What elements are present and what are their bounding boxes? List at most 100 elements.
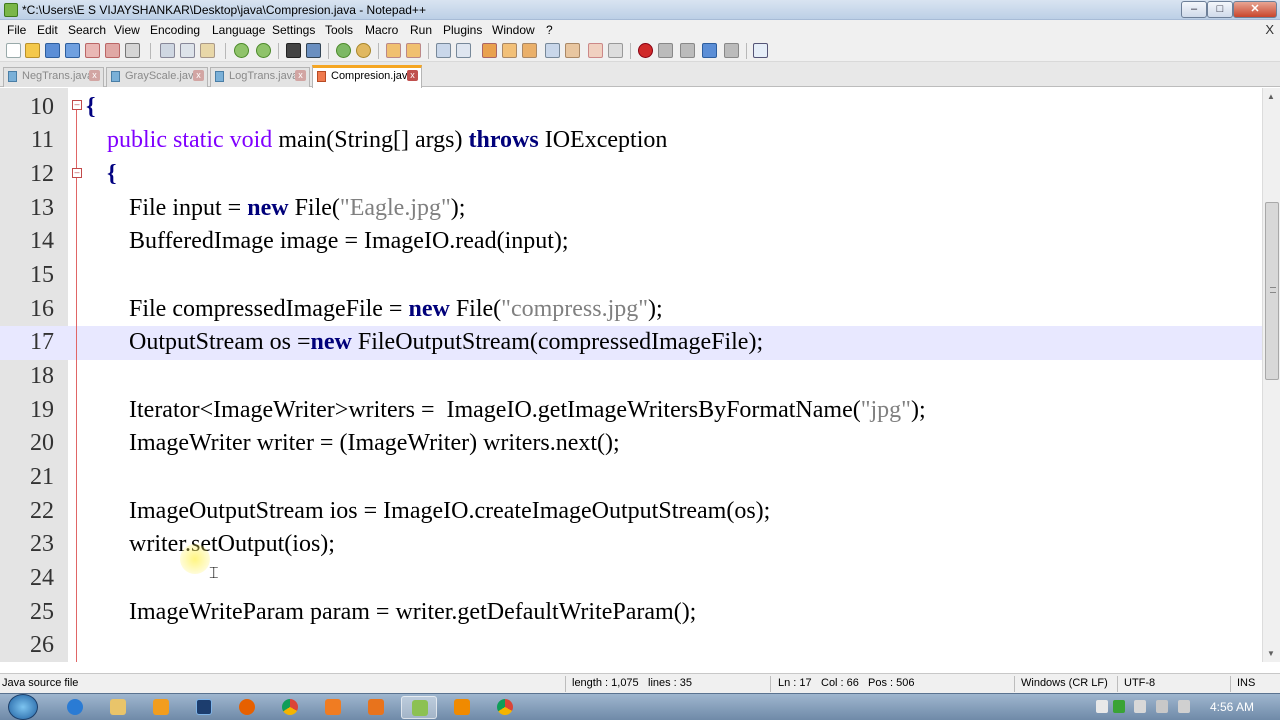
menu-help[interactable]: ? [546, 23, 553, 37]
save-all-icon[interactable] [65, 43, 80, 58]
line-number: 24 [30, 565, 54, 591]
toolbar [0, 40, 1280, 62]
close-window-button[interactable]: ✕ [1233, 1, 1277, 18]
code-token: ); [450, 195, 466, 221]
save-icon[interactable] [45, 43, 60, 58]
volume-icon[interactable] [1178, 700, 1190, 713]
close-document-button[interactable]: X [1265, 22, 1274, 37]
open-file-icon[interactable] [25, 43, 40, 58]
tab-logtrans[interactable]: LogTrans.java x [210, 67, 310, 87]
paste-icon[interactable] [200, 43, 215, 58]
launch-icon-a[interactable] [588, 43, 603, 58]
taskbar-app-orange2[interactable] [358, 696, 394, 719]
line-number: 17 [30, 329, 54, 355]
menu-file[interactable]: File [7, 23, 26, 37]
tab-close-icon[interactable]: x [295, 70, 306, 81]
launch-icon[interactable] [753, 43, 768, 58]
tab-grayscale[interactable]: GrayScale.java x [106, 67, 208, 87]
sync-vertical-icon[interactable] [386, 43, 401, 58]
scroll-up-icon[interactable]: ▲ [1267, 92, 1275, 101]
start-button[interactable] [8, 694, 38, 720]
menu-settings[interactable]: Settings [272, 23, 315, 37]
fold-toggle-icon[interactable]: – [72, 168, 82, 178]
tab-close-icon[interactable]: x [89, 70, 100, 81]
menu-encoding[interactable]: Encoding [150, 23, 200, 37]
zoom-out-icon[interactable] [356, 43, 371, 58]
new-file-icon[interactable] [6, 43, 21, 58]
zoom-in-icon[interactable] [336, 43, 351, 58]
doc-map-icon[interactable] [502, 43, 517, 58]
code-line-16: File compressedImageFile = new File("com… [129, 293, 663, 326]
undo-icon[interactable] [234, 43, 249, 58]
save-macro-icon[interactable] [724, 43, 739, 58]
redo-icon[interactable] [256, 43, 271, 58]
tab-close-icon[interactable]: x [193, 70, 204, 81]
menu-edit[interactable]: Edit [37, 23, 58, 37]
function-list-icon[interactable] [522, 43, 537, 58]
menu-language[interactable]: Language [212, 23, 265, 37]
taskbar-media-player[interactable] [143, 696, 179, 719]
word-wrap-icon[interactable] [436, 43, 451, 58]
scroll-down-icon[interactable]: ▼ [1267, 649, 1275, 658]
taskbar-clock[interactable]: 4:56 AM [1210, 700, 1254, 714]
menu-tools[interactable]: Tools [325, 23, 353, 37]
menu-window[interactable]: Window [492, 23, 535, 37]
record-macro-icon[interactable] [638, 43, 653, 58]
battery-icon[interactable] [1134, 700, 1146, 713]
network-icon[interactable] [1156, 700, 1168, 713]
minimize-button[interactable]: – [1181, 1, 1207, 18]
code-token: ImageWriter writer = (ImageWriter) write… [129, 430, 620, 456]
menu-view[interactable]: View [114, 23, 140, 37]
taskbar-edge[interactable] [57, 696, 93, 719]
taskbar-vlc[interactable] [444, 696, 480, 719]
maximize-button[interactable]: □ [1207, 1, 1233, 18]
tab-label: GrayScale.java [125, 70, 200, 82]
print-icon[interactable] [125, 43, 140, 58]
tab-close-icon[interactable]: x [407, 70, 418, 81]
close-all-icon[interactable] [105, 43, 120, 58]
status-encoding: UTF-8 [1124, 677, 1156, 689]
code-line-17: OutputStream os =new FileOutputStream(co… [129, 326, 763, 359]
vertical-scrollbar[interactable]: ▲ ▼ [1262, 88, 1280, 662]
run-macro-multiple-icon[interactable] [702, 43, 717, 58]
tray-arrow-icon[interactable] [1096, 700, 1108, 713]
tab-negtrans[interactable]: NegTrans.java x [3, 67, 104, 87]
replace-icon[interactable] [306, 43, 321, 58]
chrome2-icon [497, 699, 513, 715]
taskbar-explorer[interactable] [100, 696, 136, 719]
code-line-22: ImageOutputStream ios = ImageIO.createIm… [129, 495, 770, 528]
close-icon[interactable] [85, 43, 100, 58]
copy-icon[interactable] [180, 43, 195, 58]
menu-macro[interactable]: Macro [365, 23, 398, 37]
scrollbar-thumb[interactable] [1265, 202, 1279, 380]
taskbar-chrome2[interactable] [487, 696, 523, 719]
tray-nvidia-icon[interactable] [1113, 700, 1125, 713]
taskbar-app-orange[interactable] [315, 696, 351, 719]
code-token: File input = [129, 195, 248, 221]
status-separator [770, 676, 771, 692]
taskbar-firefox[interactable] [229, 696, 265, 719]
launch-icon-b[interactable] [608, 43, 623, 58]
show-all-chars-icon[interactable] [456, 43, 471, 58]
sync-horizontal-icon[interactable] [406, 43, 421, 58]
cut-icon[interactable] [160, 43, 175, 58]
java-file-icon [8, 71, 17, 82]
code-token: ); [648, 296, 663, 322]
menu-run[interactable]: Run [410, 23, 432, 37]
folder-workspace-icon[interactable] [545, 43, 560, 58]
stop-record-icon[interactable] [658, 43, 673, 58]
taskbar-photoshop[interactable] [186, 696, 222, 719]
taskbar-notepadpp[interactable] [401, 696, 437, 719]
taskbar-chrome[interactable] [272, 696, 308, 719]
code-editor[interactable]: – – 10 11 12 13 14 15 16 17 18 19 20 21 … [0, 88, 1262, 662]
line-number: 11 [30, 127, 54, 153]
menu-search[interactable]: Search [68, 23, 106, 37]
find-icon[interactable] [286, 43, 301, 58]
tab-compresion[interactable]: Compresion.java x [312, 65, 422, 88]
menu-plugins[interactable]: Plugins [443, 23, 482, 37]
fold-toggle-icon[interactable]: – [72, 100, 82, 110]
monitoring-icon[interactable] [565, 43, 580, 58]
indent-guide-icon[interactable] [482, 43, 497, 58]
play-macro-icon[interactable] [680, 43, 695, 58]
status-bar: Java source file length : 1,075 lines : … [0, 673, 1280, 693]
